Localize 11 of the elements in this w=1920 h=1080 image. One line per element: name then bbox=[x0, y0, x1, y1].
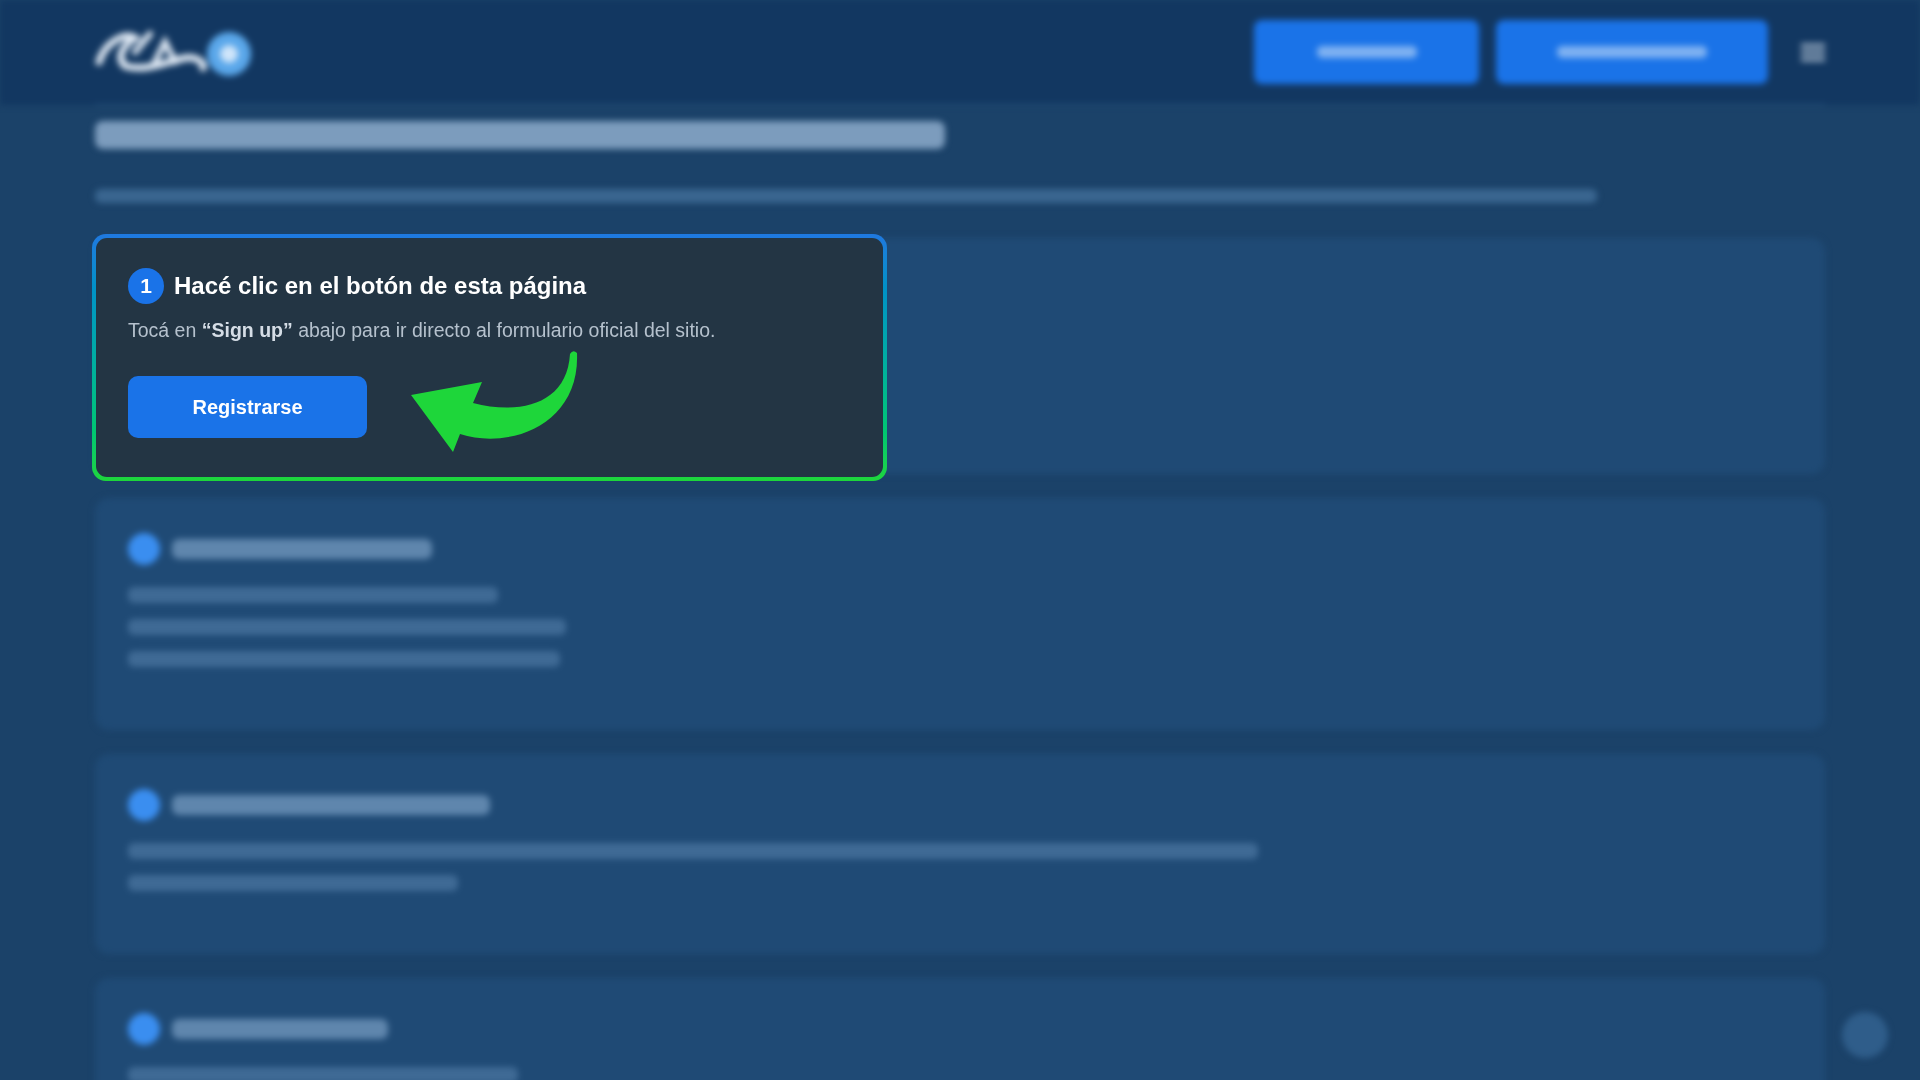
header-button[interactable] bbox=[1254, 20, 1479, 84]
step-number-icon bbox=[128, 1013, 160, 1045]
step-number: 1 bbox=[128, 268, 164, 304]
register-button[interactable]: Registrarse bbox=[128, 376, 367, 438]
header-button[interactable] bbox=[1496, 20, 1768, 84]
menu-icon[interactable] bbox=[1801, 42, 1825, 62]
floating-button[interactable] bbox=[1842, 1012, 1888, 1058]
step-description: Tocá en “Sign up” abajo para ir directo al formulario oficial del sitio. bbox=[128, 318, 717, 343]
step-number-icon bbox=[128, 789, 160, 821]
step-number-icon bbox=[128, 533, 160, 565]
step-title: Hacé clic en el botón de esta página bbox=[174, 271, 587, 301]
